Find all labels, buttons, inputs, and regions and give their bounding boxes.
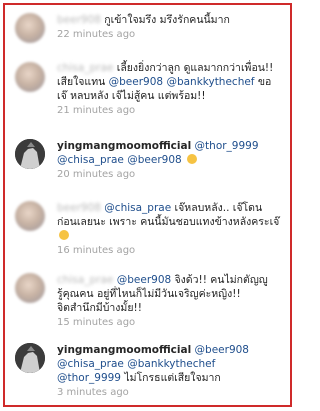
username[interactable]: beer908 bbox=[57, 14, 101, 26]
profile-photo-icon bbox=[15, 343, 45, 373]
mention-link[interactable]: @chisa_prae bbox=[57, 358, 124, 370]
username[interactable]: chisa_prae bbox=[57, 274, 113, 286]
avatar[interactable] bbox=[15, 201, 45, 231]
avatar[interactable] bbox=[15, 343, 45, 373]
comment-text: ไม่โกรธแต่เสียใจมาก bbox=[124, 372, 221, 384]
timestamp: 3 minutes ago bbox=[57, 387, 129, 398]
username[interactable]: chisa_prae bbox=[57, 62, 113, 74]
mention-link[interactable]: @beer908 bbox=[109, 76, 163, 88]
comment-text: กูเข้าใจมรึง มรึงรักคนนี้มาก bbox=[104, 14, 230, 26]
username[interactable]: yingmangmoomofficial bbox=[57, 344, 191, 356]
username[interactable]: yingmangmoomofficial bbox=[57, 140, 191, 152]
mention-link[interactable]: @chisa_prae bbox=[57, 154, 124, 166]
comment-item: beer908 กูเข้าใจมรึง มรึงรักคนนี้มาก 22 … bbox=[5, 11, 290, 51]
comment-item: chisa_prae เลี้ยงยิ่งกว่าลูก ดูแลมากกว่า… bbox=[5, 59, 290, 129]
avatar[interactable] bbox=[15, 13, 45, 43]
mention-link[interactable]: @bankkythechef bbox=[166, 76, 254, 88]
timestamp: 15 minutes ago bbox=[57, 317, 136, 328]
avatar[interactable] bbox=[15, 62, 45, 92]
avatar[interactable] bbox=[15, 139, 45, 169]
mention-link[interactable]: @bankkythechef bbox=[127, 358, 215, 370]
comment-item: chisa_prae @beer908 จิงด้ว!! คนไม่กตัญญู… bbox=[5, 271, 290, 337]
smiling-face-icon bbox=[59, 230, 69, 240]
timestamp: 16 minutes ago bbox=[57, 245, 136, 256]
comment-item: yingmangmoomofficial @thor_9999 @chisa_p… bbox=[5, 137, 290, 193]
mention-link[interactable]: @chisa_prae bbox=[104, 202, 171, 214]
mention-link[interactable]: @thor_9999 bbox=[57, 372, 121, 384]
timestamp: 21 minutes ago bbox=[57, 105, 136, 116]
comment-item: beer908 @chisa_prae เจ๊หลบหลัง.. เจ๊โดนก… bbox=[5, 199, 290, 271]
mention-link[interactable]: @beer908 bbox=[117, 274, 171, 286]
mention-link[interactable]: @beer908 bbox=[127, 154, 181, 166]
profile-photo-icon bbox=[15, 139, 45, 169]
timestamp: 22 minutes ago bbox=[57, 29, 136, 40]
comment-item: yingmangmoomofficial @beer908 @chisa_pra… bbox=[5, 341, 290, 405]
timestamp: 20 minutes ago bbox=[57, 169, 136, 180]
mention-link[interactable]: @thor_9999 bbox=[195, 140, 259, 152]
username[interactable]: beer908 bbox=[57, 202, 101, 214]
comments-panel: beer908 กูเข้าใจมรึง มรึงรักคนนี้มาก 22 … bbox=[3, 3, 292, 407]
mention-link[interactable]: @beer908 bbox=[195, 344, 249, 356]
avatar[interactable] bbox=[15, 273, 45, 303]
smiling-face-icon bbox=[187, 154, 198, 164]
